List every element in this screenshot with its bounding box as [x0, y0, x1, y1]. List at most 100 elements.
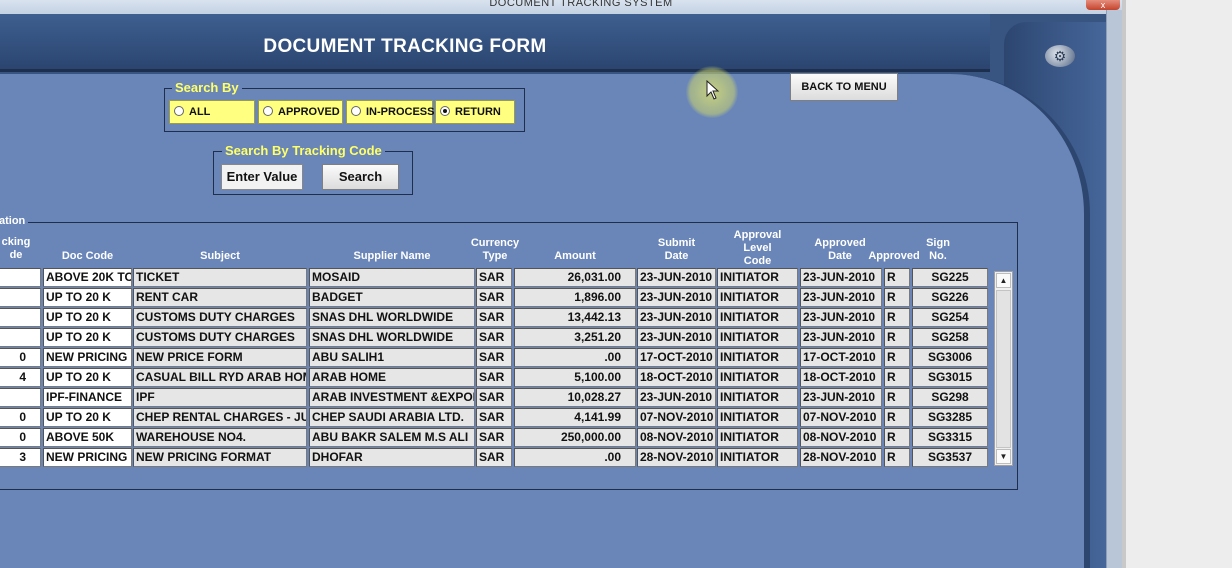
cell-tracking[interactable]: 0 — [0, 408, 41, 427]
radio-approved[interactable]: APPROVED — [258, 100, 343, 124]
cell-approved-date[interactable]: 23-JUN-2010 — [800, 388, 882, 407]
cell-approval-code[interactable]: INITIATOR — [717, 368, 798, 387]
cell-tracking[interactable] — [0, 328, 41, 347]
cell-supplier[interactable]: SNAS DHL WORLDWIDE — [309, 308, 475, 327]
cell-amount[interactable]: 10,028.27 — [514, 388, 636, 407]
radio-all[interactable]: ALL — [169, 100, 255, 124]
cell-submit[interactable]: 23-JUN-2010 — [637, 288, 716, 307]
cell-sign[interactable]: SG3006 — [912, 348, 988, 367]
cell-submit[interactable]: 28-NOV-2010 — [637, 448, 716, 467]
cell-amount[interactable]: .00 — [514, 448, 636, 467]
cell-doc-code[interactable]: ABOVE 20K TO — [43, 268, 132, 287]
cell-tracking[interactable] — [0, 308, 41, 327]
window-close-button[interactable]: x — [1086, 0, 1120, 10]
cell-amount[interactable]: 3,251.20 — [514, 328, 636, 347]
cell-subject[interactable]: CUSTOMS DUTY CHARGES — [133, 308, 307, 327]
cell-sign[interactable]: SG3015 — [912, 368, 988, 387]
cell-tracking[interactable] — [0, 388, 41, 407]
cell-approved[interactable]: R — [884, 308, 910, 327]
radio-in-process[interactable]: IN-PROCESS — [346, 100, 434, 124]
cell-supplier[interactable]: DHOFAR — [309, 448, 475, 467]
cell-tracking[interactable]: 3 — [0, 448, 41, 467]
cell-subject[interactable]: CHEP RENTAL CHARGES - JUNE — [133, 408, 307, 427]
cell-currency[interactable]: SAR — [476, 408, 512, 427]
cell-sign[interactable]: SG254 — [912, 308, 988, 327]
scroll-up-arrow-icon[interactable]: ▲ — [996, 273, 1011, 288]
cell-currency[interactable]: SAR — [476, 388, 512, 407]
cell-approval-code[interactable]: INITIATOR — [717, 408, 798, 427]
cell-approved-date[interactable]: 17-OCT-2010 — [800, 348, 882, 367]
grid-scrollbar[interactable]: ▲ ▼ — [994, 271, 1013, 466]
cell-currency[interactable]: SAR — [476, 368, 512, 387]
cell-doc-code[interactable]: UP TO 20 K — [43, 308, 132, 327]
cell-submit[interactable]: 07-NOV-2010 — [637, 408, 716, 427]
cell-tracking[interactable]: 4 — [0, 368, 41, 387]
cell-submit[interactable]: 23-JUN-2010 — [637, 308, 716, 327]
cell-subject[interactable]: WAREHOUSE NO4. — [133, 428, 307, 447]
cell-currency[interactable]: SAR — [476, 308, 512, 327]
cell-tracking[interactable]: 0 — [0, 348, 41, 367]
cell-supplier[interactable]: BADGET — [309, 288, 475, 307]
cell-doc-code[interactable]: UP TO 20 K — [43, 288, 132, 307]
cell-approval-code[interactable]: INITIATOR — [717, 348, 798, 367]
cell-approved[interactable]: R — [884, 448, 910, 467]
cell-subject[interactable]: NEW PRICE FORM — [133, 348, 307, 367]
cell-amount[interactable]: 1,896.00 — [514, 288, 636, 307]
cell-currency[interactable]: SAR — [476, 288, 512, 307]
cell-approved-date[interactable]: 08-NOV-2010 — [800, 428, 882, 447]
cell-submit[interactable]: 23-JUN-2010 — [637, 328, 716, 347]
cell-tracking[interactable] — [0, 288, 41, 307]
cell-sign[interactable]: SG3537 — [912, 448, 988, 467]
cell-currency[interactable]: SAR — [476, 268, 512, 287]
cell-currency[interactable]: SAR — [476, 448, 512, 467]
cell-currency[interactable]: SAR — [476, 348, 512, 367]
cell-sign[interactable]: SG225 — [912, 268, 988, 287]
cell-approval-code[interactable]: INITIATOR — [717, 428, 798, 447]
cell-approval-code[interactable]: INITIATOR — [717, 288, 798, 307]
cell-approved-date[interactable]: 28-NOV-2010 — [800, 448, 882, 467]
cell-approval-code[interactable]: INITIATOR — [717, 328, 798, 347]
cell-approved-date[interactable]: 07-NOV-2010 — [800, 408, 882, 427]
gear-icon[interactable]: ⚙ — [1045, 45, 1075, 67]
cell-supplier[interactable]: ARAB HOME — [309, 368, 475, 387]
tracking-code-input[interactable]: Enter Value — [221, 164, 303, 190]
cell-amount[interactable]: .00 — [514, 348, 636, 367]
cell-approved[interactable]: R — [884, 408, 910, 427]
cell-doc-code[interactable]: ABOVE 50K — [43, 428, 132, 447]
cell-supplier[interactable]: ABU BAKR SALEM M.S ALI — [309, 428, 475, 447]
cell-submit[interactable]: 23-JUN-2010 — [637, 268, 716, 287]
cell-tracking[interactable] — [0, 268, 41, 287]
cell-approved-date[interactable]: 23-JUN-2010 — [800, 268, 882, 287]
cell-supplier[interactable]: ARAB INVESTMENT &EXPORT — [309, 388, 475, 407]
cell-tracking[interactable]: 0 — [0, 428, 41, 447]
cell-submit[interactable]: 18-OCT-2010 — [637, 368, 716, 387]
cell-doc-code[interactable]: IPF-FINANCE — [43, 388, 132, 407]
scroll-thumb[interactable] — [996, 290, 1011, 448]
cell-approval-code[interactable]: INITIATOR — [717, 268, 798, 287]
cell-subject[interactable]: NEW PRICING FORMAT — [133, 448, 307, 467]
cell-subject[interactable]: RENT CAR — [133, 288, 307, 307]
cell-sign[interactable]: SG226 — [912, 288, 988, 307]
cell-approved[interactable]: R — [884, 388, 910, 407]
cell-approved-date[interactable]: 23-JUN-2010 — [800, 288, 882, 307]
cell-supplier[interactable]: SNAS DHL WORLDWIDE — [309, 328, 475, 347]
cell-subject[interactable]: CASUAL BILL RYD ARAB HOME — [133, 368, 307, 387]
cell-supplier[interactable]: ABU SALIH1 — [309, 348, 475, 367]
cell-approved[interactable]: R — [884, 428, 910, 447]
cell-amount[interactable]: 4,141.99 — [514, 408, 636, 427]
cell-approval-code[interactable]: INITIATOR — [717, 388, 798, 407]
cell-approved[interactable]: R — [884, 268, 910, 287]
cell-approved-date[interactable]: 23-JUN-2010 — [800, 308, 882, 327]
back-to-menu-button[interactable]: BACK TO MENU — [790, 73, 898, 101]
cell-amount[interactable]: 5,100.00 — [514, 368, 636, 387]
cell-approved[interactable]: R — [884, 288, 910, 307]
cell-doc-code[interactable]: NEW PRICING — [43, 348, 132, 367]
cell-approved[interactable]: R — [884, 348, 910, 367]
cell-amount[interactable]: 250,000.00 — [514, 428, 636, 447]
cell-doc-code[interactable]: NEW PRICING — [43, 448, 132, 467]
search-button[interactable]: Search — [322, 164, 399, 190]
cell-approval-code[interactable]: INITIATOR — [717, 308, 798, 327]
cell-approved[interactable]: R — [884, 328, 910, 347]
cell-sign[interactable]: SG258 — [912, 328, 988, 347]
cell-approval-code[interactable]: INITIATOR — [717, 448, 798, 467]
